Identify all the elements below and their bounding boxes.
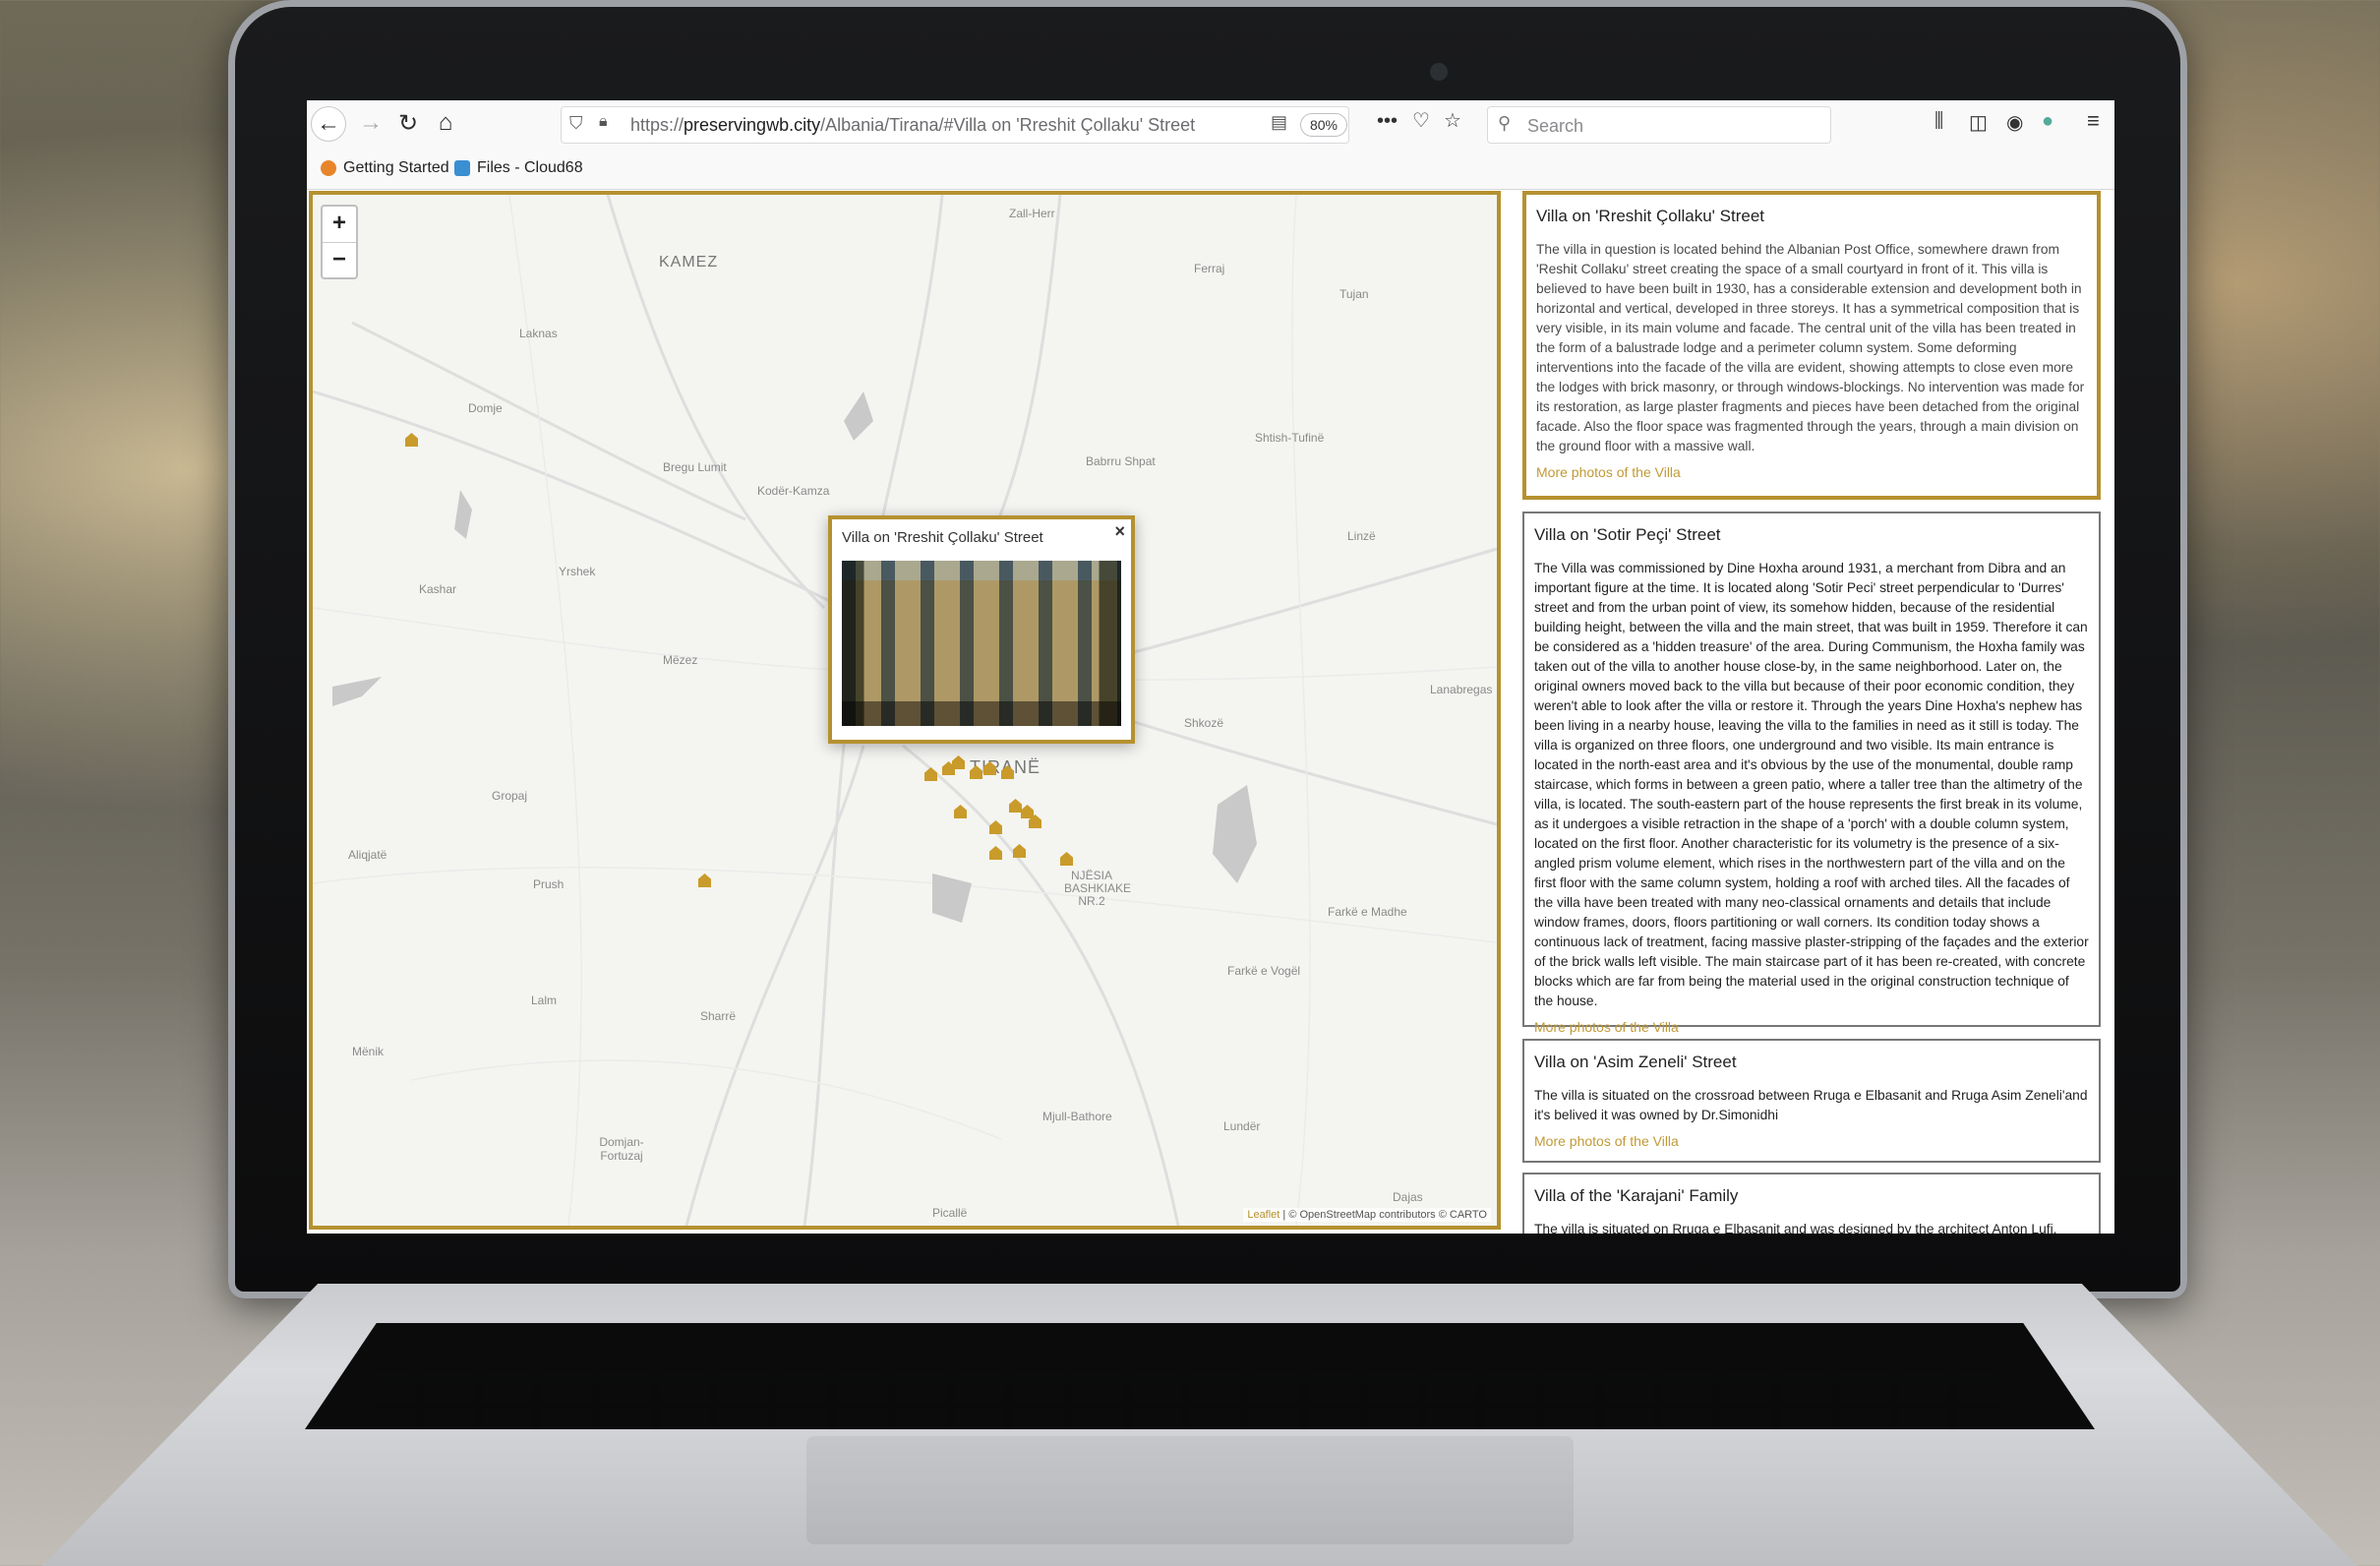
back-button[interactable]: ← bbox=[311, 106, 346, 142]
map-label: Domjan-Fortuzaj bbox=[599, 1135, 644, 1163]
popup-close-button[interactable]: × bbox=[1114, 521, 1125, 542]
villa-card-karajani[interactable]: Villa of the 'Karajani' Family The villa… bbox=[1522, 1173, 2101, 1234]
villa-card-rreshit-collaku[interactable]: Villa on 'Rreshit Çollaku' Street The vi… bbox=[1522, 191, 2101, 500]
villa-title: Villa of the 'Karajani' Family bbox=[1534, 1186, 1739, 1205]
more-photos-link[interactable]: More photos of the Villa bbox=[1534, 1019, 2089, 1035]
map-label: Aliqjatë bbox=[348, 848, 387, 862]
menu-icon[interactable]: ≡ bbox=[2087, 108, 2100, 134]
villa-description: The villa is situated on the crossroad b… bbox=[1534, 1088, 2088, 1122]
more-photos-link[interactable]: More photos of the Villa bbox=[1536, 464, 2087, 480]
map-label: Tujan bbox=[1339, 287, 1369, 301]
map-label: Mëzez bbox=[663, 653, 698, 667]
bookmark-getting-started[interactable]: Getting Started bbox=[321, 159, 449, 177]
url-bar[interactable]: ⛉ 🔒︎ https://preservingwb.city/Albania/T… bbox=[561, 106, 1349, 144]
map-label: Babrru Shpat bbox=[1086, 454, 1156, 468]
map-popup: Villa on 'Rreshit Çollaku' Street × bbox=[828, 515, 1135, 744]
map-label: Farkë e Madhe bbox=[1328, 905, 1407, 919]
map-label: NJËSIA BASHKIAKE NR.2 bbox=[1064, 869, 1132, 908]
screen: ← → ↻ ⌂ ⛉ 🔒︎ https://preservingwb.city/A… bbox=[307, 100, 2114, 1234]
map-label: Zall-Herr bbox=[1009, 207, 1055, 220]
firefox-icon bbox=[321, 160, 336, 176]
map-label: Yrshek bbox=[559, 565, 596, 578]
reader-view-icon[interactable]: ▤ bbox=[1271, 112, 1287, 133]
map-label: Dajas bbox=[1393, 1190, 1423, 1204]
bookmarks-bar: Getting Started Files - Cloud68 bbox=[307, 150, 2114, 190]
villa-description: The villa is situated on Rruga e Elbasan… bbox=[1534, 1222, 2057, 1234]
bookmark-files-cloud68[interactable]: Files - Cloud68 bbox=[454, 159, 583, 177]
lock-icon[interactable]: 🔒︎ bbox=[599, 113, 608, 131]
more-photos-link[interactable]: More photos of the Villa bbox=[1534, 1133, 2089, 1149]
map-label: Kashar bbox=[419, 582, 457, 596]
map[interactable]: + − Zall-Herr KAMEZ Ferraj Tujan Laknas … bbox=[309, 191, 1501, 1230]
leaflet-link[interactable]: Leaflet bbox=[1247, 1209, 1279, 1221]
cloud-icon bbox=[454, 160, 470, 176]
extension-icon[interactable]: ● bbox=[2042, 110, 2053, 133]
map-label: Mjull-Bathore bbox=[1042, 1110, 1112, 1123]
villa-list: Villa on 'Rreshit Çollaku' Street The vi… bbox=[1522, 191, 2101, 1234]
villa-title: Villa on 'Asim Zeneli' Street bbox=[1534, 1053, 1737, 1071]
map-label: Linzë bbox=[1347, 529, 1376, 543]
reload-button[interactable]: ↻ bbox=[391, 106, 425, 140]
map-label: Lundër bbox=[1223, 1119, 1261, 1133]
zoom-indicator[interactable]: 80% bbox=[1300, 113, 1347, 137]
zoom-in-button[interactable]: + bbox=[323, 207, 356, 242]
trackpad bbox=[806, 1436, 1574, 1544]
map-label: Gropaj bbox=[492, 789, 528, 803]
pocket-icon[interactable]: ♡ bbox=[1412, 108, 1430, 133]
more-actions-icon[interactable]: ••• bbox=[1377, 110, 1398, 133]
search-placeholder: Search bbox=[1527, 116, 1584, 136]
camera bbox=[1430, 63, 1448, 81]
map-label: Picallë bbox=[932, 1206, 968, 1220]
url-text: https://preservingwb.city/Albania/Tirana… bbox=[630, 115, 1196, 135]
bookmark-label: Getting Started bbox=[343, 159, 449, 176]
map-label: Ferraj bbox=[1194, 262, 1225, 275]
map-attribution: Leaflet | © OpenStreetMap contributors ©… bbox=[1243, 1208, 1491, 1222]
zoom-control: + − bbox=[321, 205, 358, 279]
map-label: Kodër-Kamza bbox=[757, 484, 830, 498]
bookmark-label: Files - Cloud68 bbox=[477, 159, 583, 176]
popup-title: Villa on 'Rreshit Çollaku' Street bbox=[842, 529, 1043, 546]
map-label: Prush bbox=[533, 877, 565, 891]
search-input[interactable]: ⚲ Search bbox=[1487, 106, 1831, 144]
zoom-out-button[interactable]: − bbox=[323, 242, 356, 278]
map-label: Domje bbox=[468, 401, 503, 415]
map-label: Shtish-Tufinë bbox=[1255, 431, 1325, 445]
villa-description: The Villa was commissioned by Dine Hoxha… bbox=[1534, 561, 2089, 1008]
sidebar-icon[interactable]: ◫ bbox=[1969, 110, 1988, 135]
map-label: Lalm bbox=[531, 994, 558, 1007]
search-icon: ⚲ bbox=[1498, 113, 1512, 133]
home-button[interactable]: ⌂ bbox=[429, 106, 462, 140]
map-label: Lanabregas bbox=[1430, 683, 1493, 696]
map-label: KAMEZ bbox=[659, 254, 719, 271]
account-icon[interactable]: ◉ bbox=[2006, 110, 2023, 135]
villa-card-sotir-peci[interactable]: Villa on 'Sotir Peçi' Street The Villa w… bbox=[1522, 512, 2101, 1035]
attribution-text: | © OpenStreetMap contributors © CARTO bbox=[1279, 1209, 1487, 1221]
map-label: Mënik bbox=[352, 1045, 385, 1058]
villa-title: Villa on 'Sotir Peçi' Street bbox=[1534, 525, 1721, 544]
map-label: Sharrë bbox=[700, 1009, 737, 1023]
villa-description: The villa in question is located behind … bbox=[1536, 242, 2085, 453]
library-icon[interactable]: ⫼ bbox=[1934, 110, 1943, 133]
map-label: Bregu Lumit bbox=[663, 460, 727, 474]
forward-button[interactable]: → bbox=[354, 106, 387, 140]
map-label: Farkë e Vogël bbox=[1227, 964, 1301, 978]
bookmark-star-icon[interactable]: ☆ bbox=[1444, 108, 1461, 133]
map-label: Laknas bbox=[519, 327, 558, 340]
villa-photo[interactable] bbox=[842, 561, 1121, 726]
keyboard bbox=[305, 1323, 2095, 1429]
shield-icon[interactable]: ⛉ bbox=[569, 113, 583, 134]
villa-title: Villa on 'Rreshit Çollaku' Street bbox=[1536, 207, 1765, 225]
map-label: Shkozë bbox=[1184, 716, 1224, 730]
villa-card-asim-zeneli[interactable]: Villa on 'Asim Zeneli' Street The villa … bbox=[1522, 1039, 2101, 1163]
browser-toolbar: ← → ↻ ⌂ ⛉ 🔒︎ https://preservingwb.city/A… bbox=[307, 100, 2114, 151]
